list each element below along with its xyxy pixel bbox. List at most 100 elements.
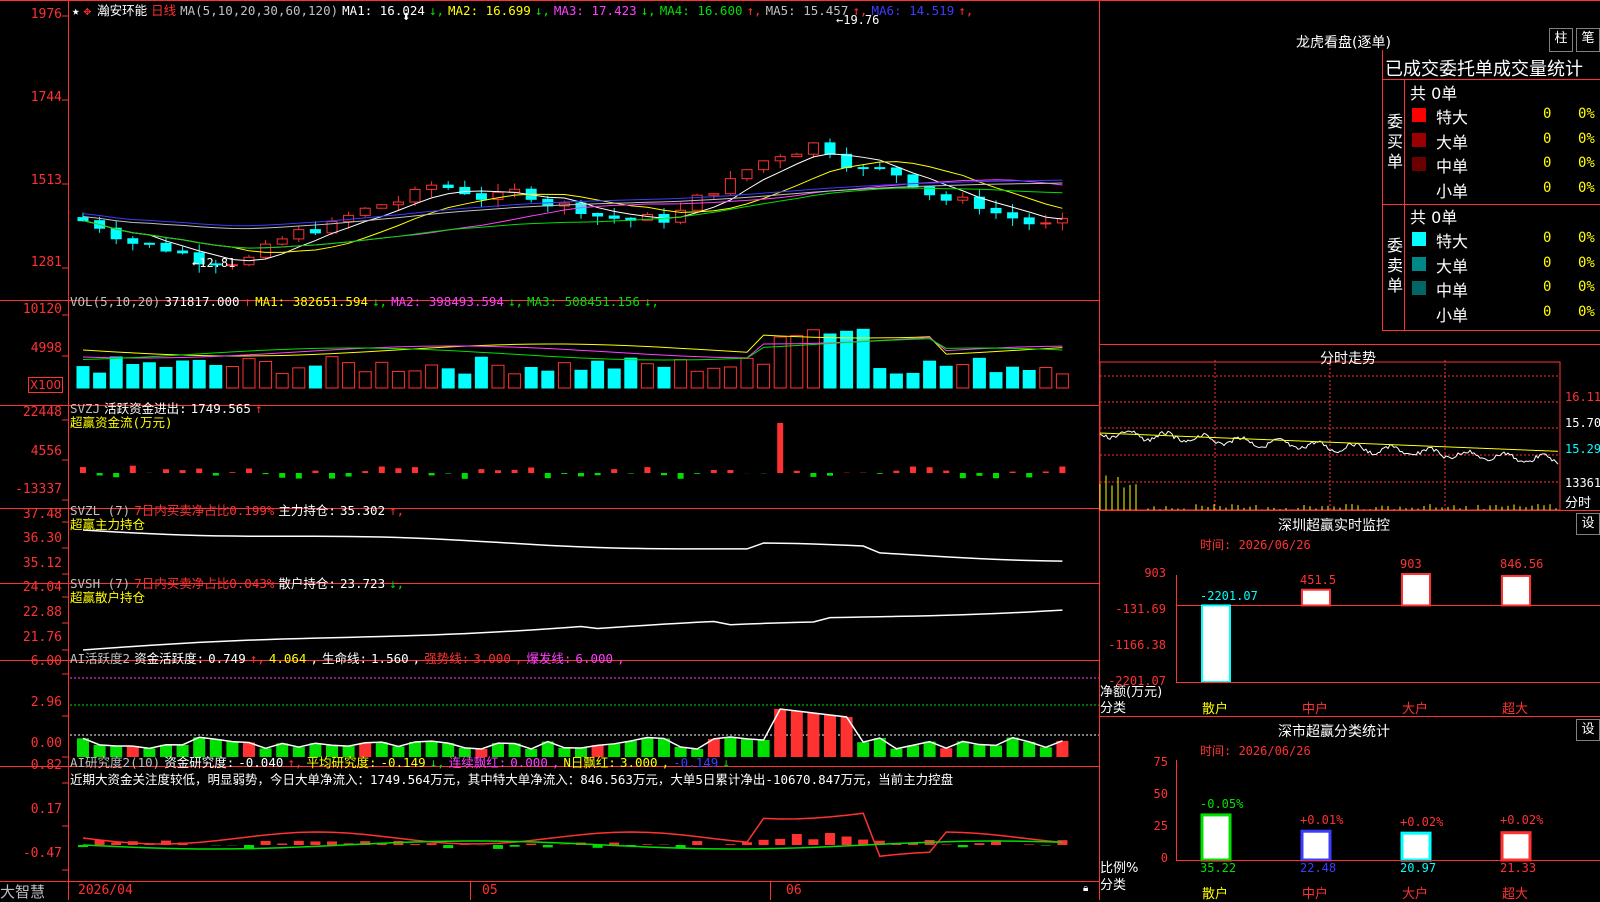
volume-bar xyxy=(625,358,637,388)
flow-bar xyxy=(611,469,617,473)
activity-bar xyxy=(940,748,952,757)
candle xyxy=(908,175,918,187)
sz-category: 散户 xyxy=(1202,698,1228,717)
candle xyxy=(1041,223,1051,224)
period-label[interactable]: 日线 xyxy=(151,3,176,18)
tab-filled[interactable]: 已成交委托单成交量统计 xyxy=(1385,55,1583,81)
volume-bar xyxy=(160,367,172,388)
volume-bar xyxy=(260,362,272,388)
vol-ma-values: MA1: 382651.594↓,MA2: 398493.594↓,MA3: 5… xyxy=(255,294,663,309)
flow-bar xyxy=(213,473,219,476)
volume-bar xyxy=(459,374,471,388)
tab-volume-stats[interactable]: 成交量统计 xyxy=(1493,59,1583,80)
candle xyxy=(377,205,387,208)
order-color-swatch xyxy=(1412,157,1426,171)
research-bar xyxy=(310,841,320,845)
order-row-pct: 0% xyxy=(1578,230,1595,246)
order-row-count: 0 xyxy=(1543,131,1551,147)
app-logo: 大智慧 xyxy=(0,881,45,902)
research-bar xyxy=(543,845,553,847)
volume-bar xyxy=(592,361,604,388)
sz-settings-button[interactable]: 设 xyxy=(1576,513,1600,535)
vol-unit-button[interactable]: X100 xyxy=(28,377,63,393)
research-bar xyxy=(111,842,121,845)
sell-side-label: 委卖单 xyxy=(1387,236,1405,296)
volume-bar xyxy=(973,358,985,388)
order-row-label: 中单 xyxy=(1436,277,1468,301)
flow-bar xyxy=(993,473,999,478)
sz-bar xyxy=(1502,576,1530,605)
class-change: +0.02% xyxy=(1500,813,1543,827)
research-bar xyxy=(427,843,437,845)
vol-ma-line xyxy=(83,338,1062,358)
sz-category: 超大 xyxy=(1502,698,1528,717)
flow-bar xyxy=(196,469,202,473)
lock-icon[interactable]: 🔒︎ xyxy=(1083,883,1088,894)
ma-value-2: MA2: 398493.594 xyxy=(391,294,504,309)
volume-bar xyxy=(1023,370,1035,388)
order-row-pct: 0% xyxy=(1578,131,1595,147)
order-row-count: 0 xyxy=(1543,106,1551,122)
flow-bar xyxy=(412,467,418,473)
sz-y-label: -131.69 xyxy=(1100,602,1166,616)
research-bar xyxy=(493,845,503,849)
volume-bar xyxy=(492,365,504,388)
volume-bar xyxy=(1040,367,1052,388)
research-bar xyxy=(1024,844,1034,845)
svsh-info: 7日内买卖净占比0.043% xyxy=(134,576,274,591)
order-row-count: 0 xyxy=(1543,304,1551,320)
svzj-value: 1749.565 xyxy=(191,401,251,416)
svsh-y-label: 22.88 xyxy=(0,605,62,620)
volume-bar xyxy=(608,369,620,388)
flow-bar xyxy=(346,473,352,477)
candle xyxy=(1024,218,1034,224)
tab-orders[interactable]: 委托单 xyxy=(1439,59,1493,80)
research-bar xyxy=(510,845,520,847)
volume-bar xyxy=(542,371,554,388)
activity-bar xyxy=(1023,742,1035,757)
ma-line-3 xyxy=(83,180,1062,248)
research-bar xyxy=(725,844,735,845)
volume-bar xyxy=(907,373,919,388)
expand-icon[interactable]: ✥ xyxy=(84,3,92,18)
flow-bar xyxy=(1043,471,1049,473)
candle xyxy=(344,215,354,221)
activity-bar xyxy=(807,713,819,757)
intraday-volume-label: 13361 xyxy=(1565,476,1600,490)
main-holding-line xyxy=(83,530,1062,561)
candle xyxy=(775,157,785,161)
main-y-label: 1744 xyxy=(0,90,62,105)
buy-side-label: 委买单 xyxy=(1387,112,1405,172)
intraday-axis-label: 分时 xyxy=(1565,492,1591,511)
class-change: +0.01% xyxy=(1300,813,1343,827)
volume-bar xyxy=(210,365,222,388)
svsh-y-label: 24.04 xyxy=(0,580,62,595)
sz-bar-value: 846.56 xyxy=(1500,557,1543,571)
flow-bar xyxy=(263,473,269,474)
candle xyxy=(709,194,719,195)
class-time: 时间: 2026/06/26 xyxy=(1200,742,1311,759)
class-settings-button[interactable]: 设 xyxy=(1576,719,1600,741)
tick-view-button[interactable]: 笔 xyxy=(1576,28,1600,52)
volume-bar xyxy=(143,363,155,388)
x-axis-label: 2026/04 xyxy=(78,883,133,898)
class-change: -0.05% xyxy=(1200,797,1243,811)
candle xyxy=(1008,213,1018,218)
candle xyxy=(360,208,370,215)
flow-bar xyxy=(910,467,916,473)
candle xyxy=(609,216,619,218)
star-icon[interactable]: ★ xyxy=(72,3,80,18)
candle xyxy=(294,230,304,239)
sz-bar-value: 451.5 xyxy=(1300,573,1336,587)
vol-header: VOL(5,10,20)371817.000↑MA1: 382651.594↓,… xyxy=(70,294,667,309)
class-category: 散户 xyxy=(1202,883,1228,902)
flow-bar xyxy=(246,469,252,473)
research-bar xyxy=(792,834,802,845)
column-view-button[interactable]: 柱 xyxy=(1549,28,1573,52)
flow-bar xyxy=(495,470,501,473)
activity-bar xyxy=(758,740,770,757)
candle xyxy=(941,195,951,200)
volume-bar xyxy=(77,367,89,388)
order-row-pct: 0% xyxy=(1578,255,1595,271)
sell-total: 共 0单 xyxy=(1410,204,1457,228)
